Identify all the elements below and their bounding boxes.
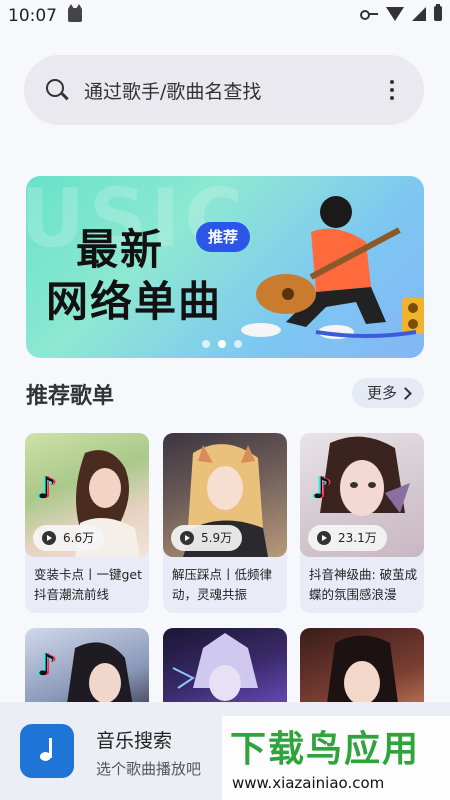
more-button-label: 更多 <box>367 384 398 402</box>
now-playing-subtitle: 选个歌曲播放吧 <box>96 760 202 778</box>
more-button[interactable]: 更多 <box>352 378 424 408</box>
search-bar[interactable]: 通过歌手/歌曲名查找 <box>24 55 424 125</box>
playlist-title: 解压踩点丨低频律动，灵魂共振 <box>172 567 273 602</box>
more-options-icon[interactable] <box>390 80 394 104</box>
vpn-key-icon <box>360 9 378 20</box>
tiktok-logo-icon: ♪ <box>37 471 57 506</box>
banner-title-line2: 网络单曲 <box>46 277 223 326</box>
banner-dot-active[interactable] <box>218 340 226 348</box>
battery-icon <box>434 4 442 21</box>
play-count: 23.1万 <box>308 525 387 551</box>
tiktok-logo-icon: ♪ <box>312 471 332 506</box>
play-count: 6.6万 <box>33 525 105 551</box>
status-bar: 10:07 <box>0 0 450 32</box>
app-notification-icon <box>68 4 82 22</box>
banner-dot[interactable] <box>234 340 242 348</box>
search-icon <box>46 79 64 97</box>
playlist-title: 变装卡点丨一键get抖音潮流前线 <box>34 567 143 602</box>
now-playing-title: 音乐搜索 <box>96 730 173 752</box>
search-placeholder: 通过歌手/歌曲名查找 <box>84 81 262 103</box>
playlist-card[interactable]: ♪ 6.6万 变装卡点丨一键get抖音潮流前线 <box>25 433 149 613</box>
banner-dot[interactable] <box>202 340 210 348</box>
watermark: 下载鸟应用 www.xiazainiao.com <box>222 716 450 800</box>
play-count: 5.9万 <box>171 525 243 551</box>
playlist-card[interactable]: ♪ 23.1万 抖音神级曲: 破茧成蝶的氛围感浪漫 <box>300 433 424 613</box>
banner-pagination <box>202 340 242 348</box>
section-title: 推荐歌单 <box>26 384 115 409</box>
tiktok-logo-icon: ♪ <box>37 648 57 683</box>
music-note-icon <box>20 724 74 778</box>
status-icons <box>360 4 442 21</box>
banner-tag: 推荐 <box>196 222 250 252</box>
promo-banner[interactable]: USIC 最新 网络单曲 推荐 <box>26 176 424 358</box>
signal-icon <box>412 6 426 21</box>
status-time: 10:07 <box>8 6 57 26</box>
guitar-girl-illustration <box>241 196 424 339</box>
playlist-card[interactable]: 5.9万 解压踩点丨低频律动，灵魂共振 <box>163 433 287 613</box>
wifi-icon <box>386 6 404 21</box>
watermark-url: www.xiazainiao.com <box>232 774 385 792</box>
playlist-title: 抖音神级曲: 破茧成蝶的氛围感浪漫 <box>309 567 418 602</box>
chevron-right-icon <box>399 387 412 400</box>
watermark-text: 下载鸟应用 <box>230 729 421 770</box>
